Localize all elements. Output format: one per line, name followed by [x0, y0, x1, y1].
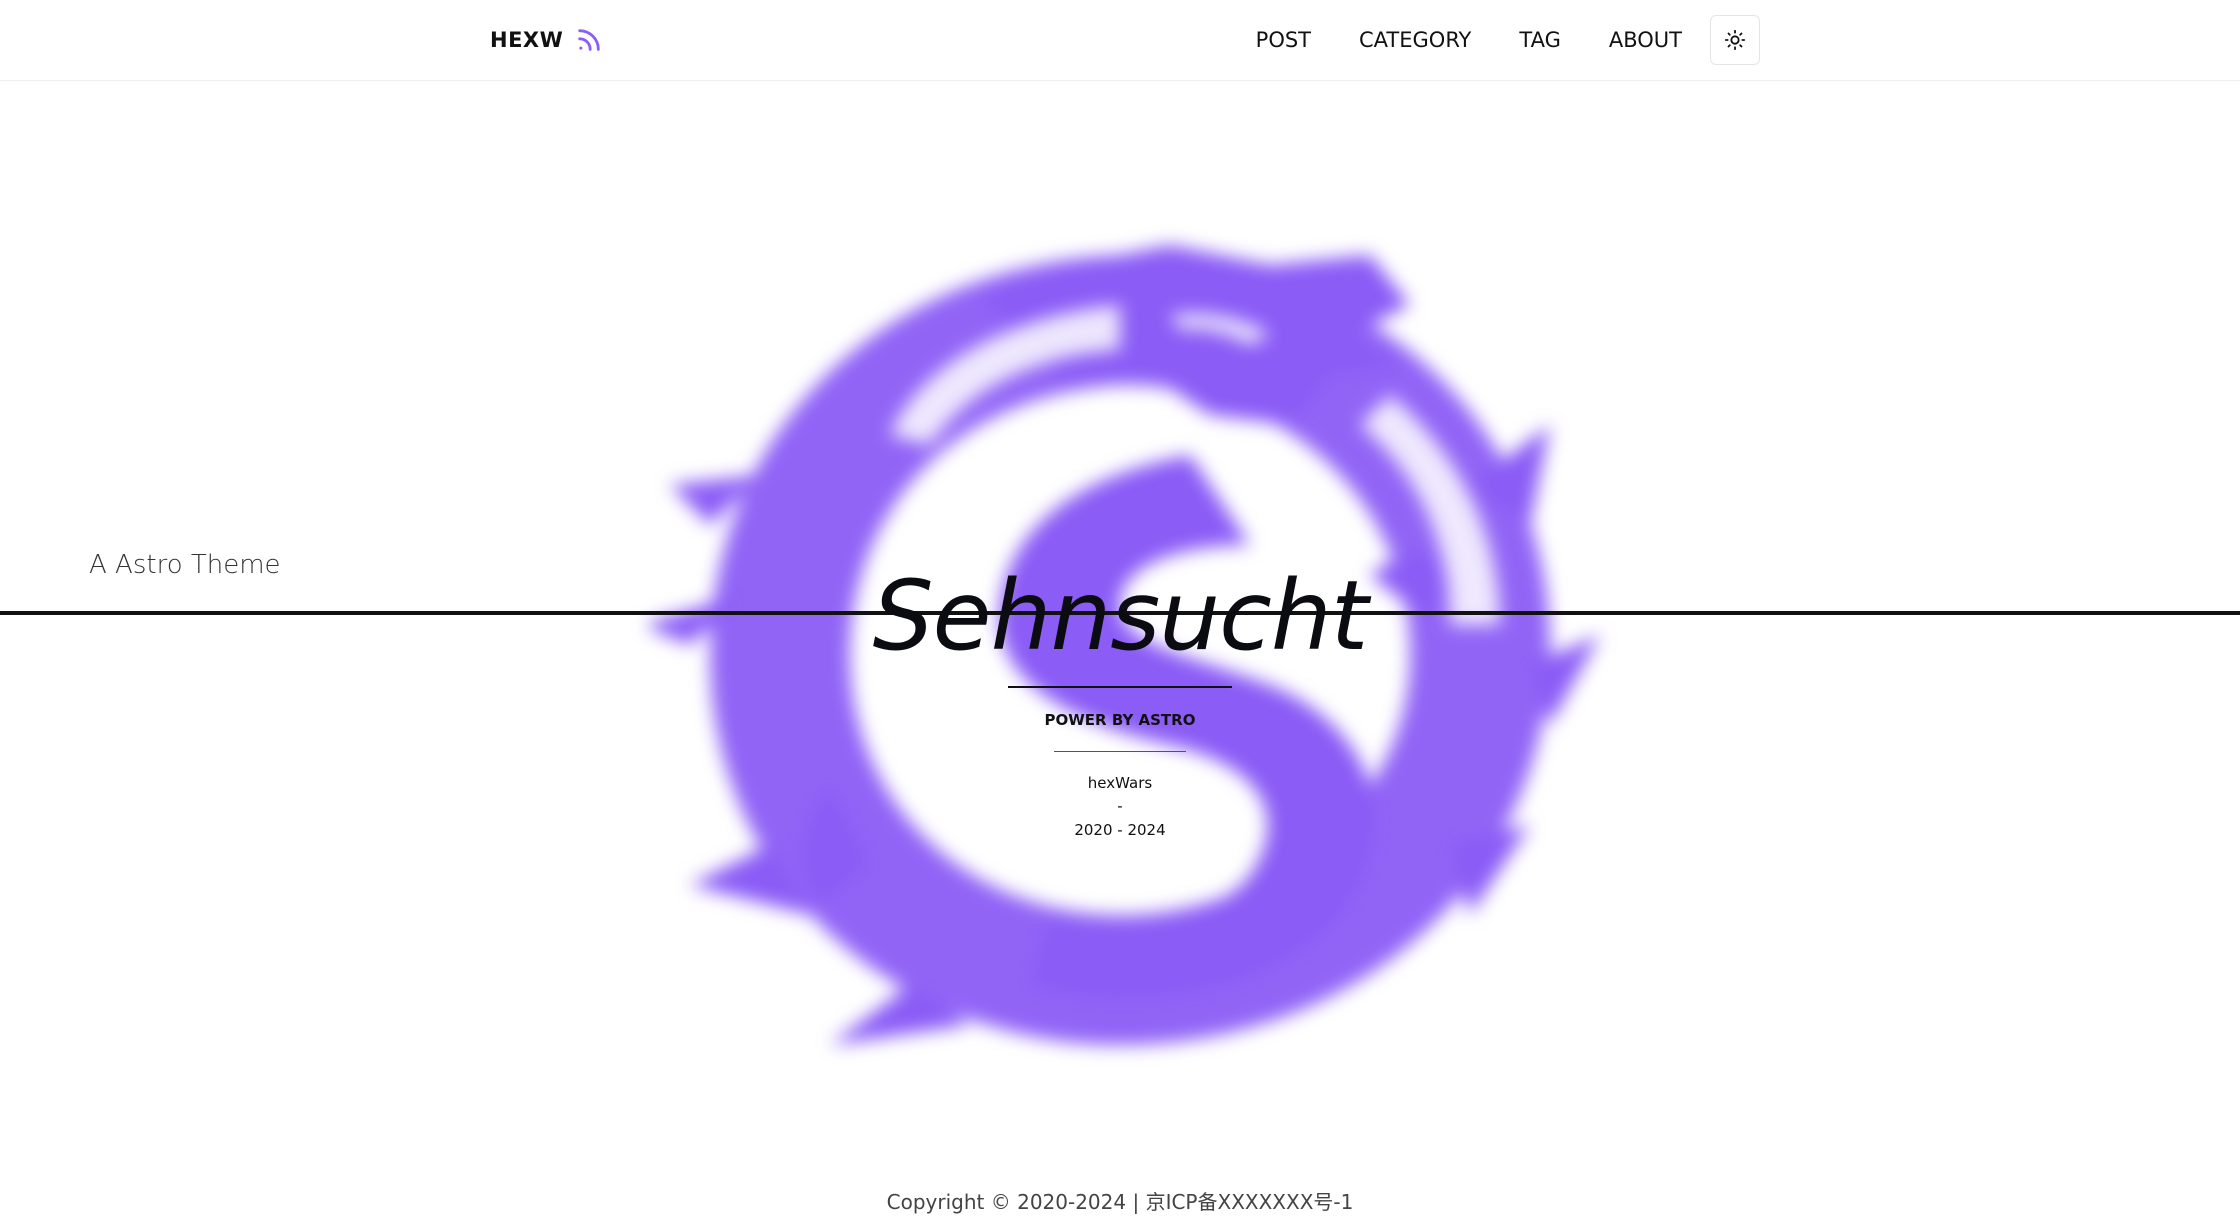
site-header: HEXW POST CATEGORY TAG ABOUT	[0, 0, 2240, 81]
year-range: 2020 - 2024	[1074, 821, 1166, 839]
meta-separator: -	[1117, 797, 1123, 815]
rss-icon[interactable]	[575, 26, 603, 54]
page: HEXW POST CATEGORY TAG ABOUT A Astro The…	[0, 0, 2240, 1227]
power-by-label: POWER BY ASTRO	[1044, 711, 1196, 729]
site-title: Sehnsucht	[872, 560, 1369, 672]
sun-icon	[1724, 29, 1746, 51]
theme-toggle-button[interactable]	[1710, 15, 1760, 65]
nav-about[interactable]: ABOUT	[1609, 28, 1682, 52]
footer-copyright: Copyright © 2020-2024 | 京ICP备XXXXXXX号-1	[886, 1190, 1354, 1214]
title-underline	[1008, 686, 1232, 688]
subtitle-divider	[1054, 751, 1186, 752]
nav-category[interactable]: CATEGORY	[1359, 28, 1471, 52]
main-nav: POST CATEGORY TAG ABOUT	[1256, 0, 1760, 80]
author-name: hexWars	[1087, 774, 1153, 792]
site-logo-text[interactable]: HEXW	[490, 28, 563, 52]
nav-tag[interactable]: TAG	[1519, 28, 1560, 52]
brand[interactable]: HEXW	[490, 0, 603, 80]
nav-post[interactable]: POST	[1256, 28, 1311, 52]
